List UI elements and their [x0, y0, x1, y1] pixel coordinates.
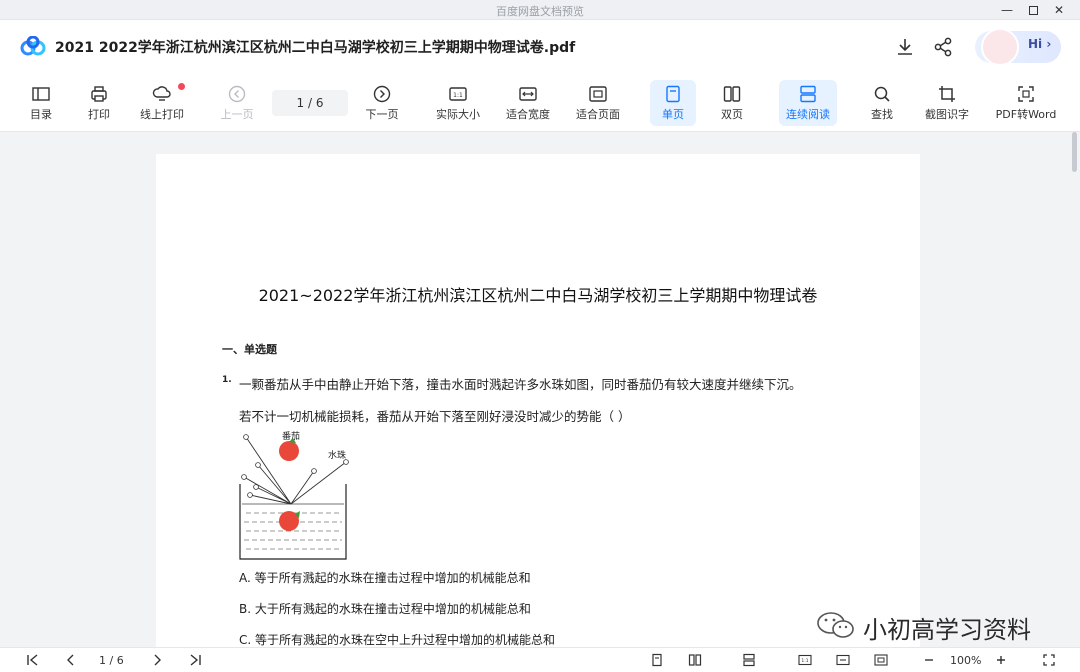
actual-size-icon: 1:1 — [449, 87, 467, 101]
toc-icon — [32, 87, 50, 101]
toolbar-print-button[interactable]: 打印 — [80, 80, 118, 126]
prev-page-icon — [228, 85, 246, 103]
toolbar-pdf-to-word-button[interactable]: PDF转Word — [990, 80, 1062, 126]
pdf-to-word-icon — [1018, 86, 1034, 102]
zoom-out-icon[interactable] — [922, 653, 936, 667]
toolbar-next-page-button[interactable]: 下一页 — [361, 80, 403, 126]
footer-page-indicator[interactable]: 1 / 6 — [99, 654, 124, 667]
search-icon — [874, 86, 890, 102]
footer-fit-page-icon[interactable] — [874, 653, 888, 667]
first-page-icon[interactable] — [26, 653, 40, 667]
toolbar-double-page-button[interactable]: 双页 — [711, 80, 753, 126]
document-viewer[interactable]: 2021~2022学年浙江杭州滨江区杭州二中白马湖学校初三上学期期中物理试卷 一… — [0, 132, 1080, 647]
assistant-label[interactable]: Hi › — [1028, 37, 1051, 51]
option-c[interactable]: C. 等于所有溅起的水珠在空中上升过程中增加的机械能总和 — [239, 631, 555, 647]
footer-actual-size-icon[interactable]: 1:1 — [798, 653, 812, 667]
document-page: 2021~2022学年浙江杭州滨江区杭州二中白马湖学校初三上学期期中物理试卷 一… — [156, 154, 920, 647]
toolbar-fit-page-button[interactable]: 适合页面 — [571, 80, 625, 126]
maximize-button[interactable] — [1020, 3, 1046, 17]
zoom-level[interactable]: 100% — [950, 654, 981, 667]
vertical-scrollbar[interactable] — [1072, 132, 1077, 172]
last-page-icon[interactable] — [188, 653, 202, 667]
watermark-text: 小初高学习资料 — [863, 616, 1031, 644]
os-titlebar: 百度网盘文档预览 — ✕ — [0, 0, 1080, 20]
footer-bar: 1 / 6 1:1 100% — [0, 647, 1080, 672]
option-b[interactable]: B. 大于所有溅起的水珠在撞击过程中增加的机械能总和 — [239, 600, 531, 617]
toolbar-search-button[interactable]: 查找 — [862, 80, 902, 126]
double-page-icon — [723, 86, 741, 102]
figure-label-droplet: 水珠 — [328, 449, 346, 461]
prev-page-small-icon[interactable] — [64, 653, 78, 667]
toolbar-prev-page-button[interactable]: 上一页 — [216, 80, 258, 126]
fullscreen-icon[interactable] — [1042, 653, 1056, 667]
toolbar: 目录 打印 线上打印 上一页 1 / 6 下一页 1:1 实际大小 适合宽度 适… — [0, 76, 1080, 132]
fit-page-icon — [589, 86, 607, 102]
maximize-icon — [1028, 6, 1038, 15]
toolbar-crop-ocr-button[interactable]: 截图识字 — [920, 80, 974, 126]
footer-continuous-icon[interactable] — [742, 653, 756, 667]
question-text-line-2: 若不计一切机械能损耗，番茄从开始下落至刚好浸没时减少的势能（ ） — [239, 409, 631, 424]
assistant-avatar-icon[interactable] — [981, 28, 1019, 66]
document-title: 2021 2022学年浙江杭州滨江区杭州二中白马湖学校初三上学期期中物理试卷.p… — [55, 40, 576, 56]
share-icon[interactable] — [932, 36, 954, 58]
footer-fit-width-icon[interactable] — [836, 653, 850, 667]
footer-double-page-icon[interactable] — [688, 653, 702, 667]
svg-text:1:1: 1:1 — [453, 92, 463, 99]
question-number: 1. — [222, 375, 232, 385]
tomato-splash-figure: 番茄 水珠 — [239, 430, 349, 560]
page-indicator[interactable]: 1 / 6 — [272, 90, 348, 116]
toolbar-fit-width-button[interactable]: 适合宽度 — [501, 80, 555, 126]
option-a[interactable]: A. 等于所有溅起的水珠在撞击过程中增加的机械能总和 — [239, 569, 531, 586]
toolbar-toc-button[interactable]: 目录 — [22, 80, 60, 126]
app-window: 百度网盘文档预览 — ✕ 2021 2022学年浙江杭州滨江区杭州二中白马湖学校… — [0, 0, 1080, 672]
svg-text:1:1: 1:1 — [801, 658, 808, 664]
window-controls: — ✕ — [994, 0, 1072, 20]
question-text-line-1: 一颗番茄从手中由静止开始下落，撞击水面时溅起许多水珠如图，同时番茄仍有较大速度并… — [239, 377, 802, 392]
zoom-in-icon[interactable] — [994, 653, 1008, 667]
fit-width-icon — [519, 87, 537, 101]
next-page-icon — [373, 85, 391, 103]
cloud-print-icon — [152, 86, 171, 101]
printer-icon — [91, 86, 107, 102]
footer-single-page-icon[interactable] — [650, 653, 664, 667]
continuous-icon — [800, 85, 816, 103]
crop-ocr-icon — [939, 86, 955, 102]
wechat-icon — [817, 612, 854, 638]
minimize-button[interactable]: — — [994, 3, 1020, 17]
os-window-title: 百度网盘文档预览 — [496, 5, 584, 18]
exam-title: 2021~2022学年浙江杭州滨江区杭州二中白马湖学校初三上学期期中物理试卷 — [258, 286, 818, 305]
close-button[interactable]: ✕ — [1046, 3, 1072, 17]
toolbar-single-page-button[interactable]: 单页 — [650, 80, 696, 126]
app-header: 2021 2022学年浙江杭州滨江区杭州二中白马湖学校初三上学期期中物理试卷.p… — [0, 20, 1080, 76]
toolbar-continuous-button[interactable]: 连续阅读 — [779, 80, 837, 126]
section-heading: 一、单选题 — [222, 343, 277, 356]
toolbar-actual-size-button[interactable]: 1:1 实际大小 — [431, 80, 485, 126]
single-page-icon — [666, 85, 680, 103]
download-icon[interactable] — [894, 36, 916, 58]
notification-dot — [178, 83, 185, 90]
next-page-small-icon[interactable] — [150, 653, 164, 667]
baidu-netdisk-logo-icon — [20, 36, 46, 56]
